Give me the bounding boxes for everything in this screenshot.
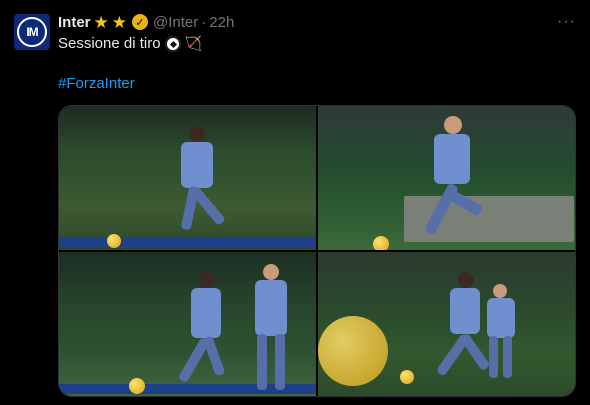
timestamp[interactable]: 22h	[209, 14, 234, 31]
photo-2[interactable]	[318, 106, 575, 250]
football	[107, 234, 121, 248]
football	[400, 370, 414, 384]
author-handle[interactable]: @Inter	[153, 14, 198, 31]
post-text: Sessione di tiro 🏹	[58, 35, 202, 52]
star-icon: ★	[93, 12, 109, 32]
avatar[interactable]: IM	[14, 14, 50, 50]
player-figure	[483, 284, 523, 384]
player-figure	[169, 126, 249, 236]
more-options-icon[interactable]: ···	[557, 12, 576, 32]
player-figure	[177, 272, 249, 392]
photo-1[interactable]	[59, 106, 316, 250]
photo-grid	[58, 105, 576, 397]
football	[373, 236, 389, 250]
soccer-ball-icon	[164, 35, 181, 52]
post-header: Inter ★ ★ ✓ @Inter · 22h	[58, 12, 234, 32]
author-name[interactable]: Inter	[58, 14, 91, 31]
photo-3[interactable]	[59, 252, 316, 396]
verified-badge-icon[interactable]: ✓	[132, 14, 149, 30]
photo-4[interactable]	[318, 252, 575, 396]
player-figure	[247, 264, 297, 396]
football	[129, 378, 145, 394]
bow-and-arrow-icon: 🏹	[184, 35, 202, 51]
star-icon: ★	[111, 12, 128, 32]
football-blurred	[318, 316, 388, 386]
hashtag-link[interactable]: #ForzaInter	[58, 75, 135, 92]
post-text-content: Sessione di tiro	[58, 35, 161, 52]
player-figure	[418, 116, 528, 246]
inter-logo-icon: IM	[17, 17, 47, 47]
advertising-board	[59, 237, 316, 247]
separator-dot: ·	[201, 13, 207, 31]
